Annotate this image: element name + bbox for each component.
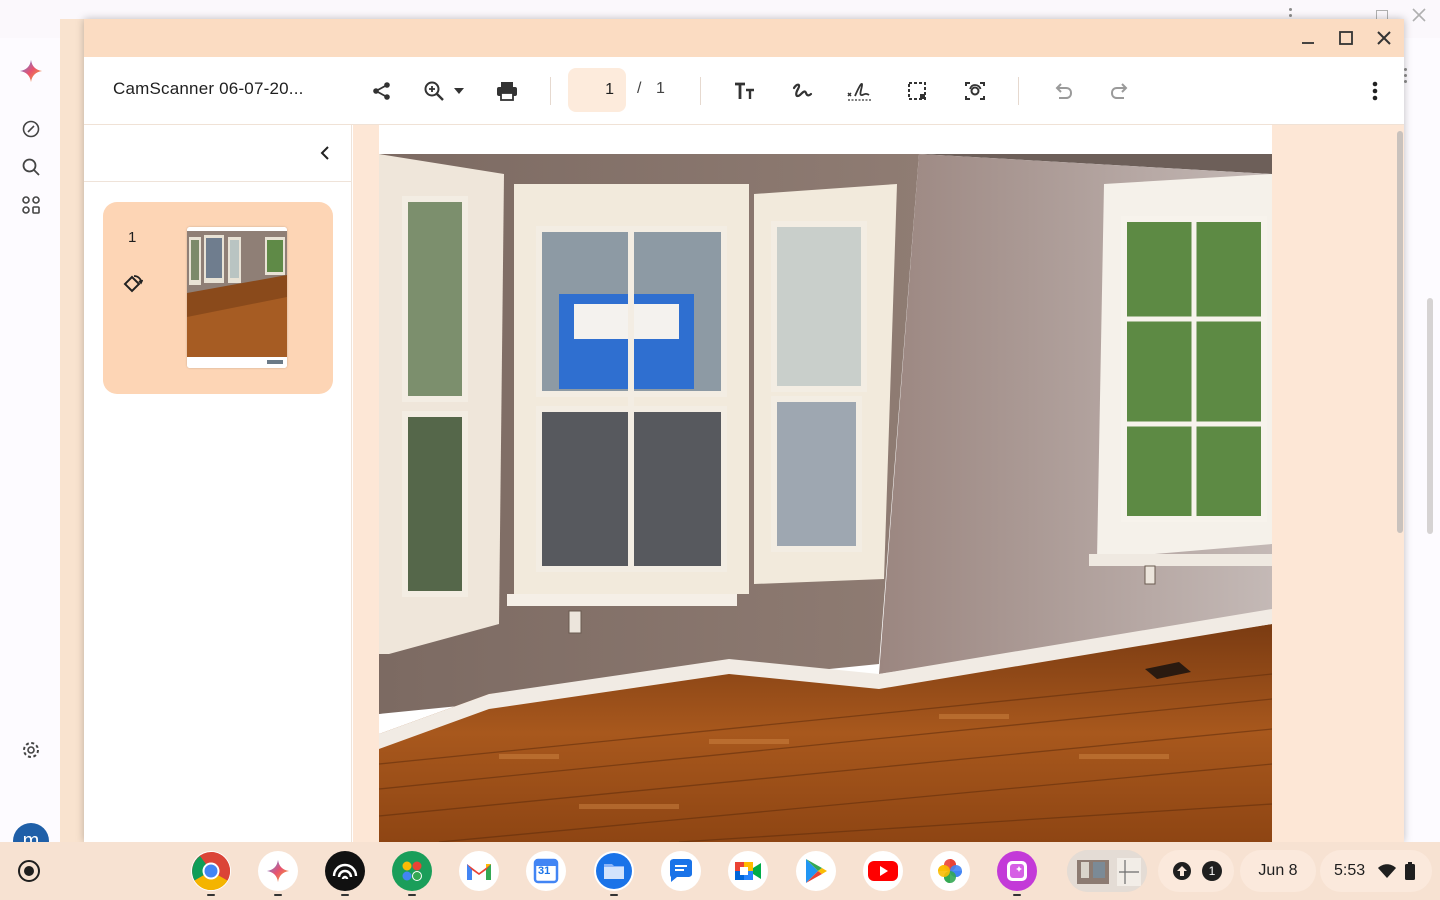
zoom-dropdown-icon[interactable]	[450, 77, 468, 105]
maximize-icon[interactable]	[1334, 26, 1358, 50]
document-viewport[interactable]	[353, 125, 1404, 842]
signature-icon[interactable]	[845, 77, 873, 105]
gemini-running-indicator	[274, 894, 282, 896]
chrome-app-icon[interactable]	[191, 851, 231, 891]
thumbnail-page-number: 1	[128, 229, 137, 246]
holding-space-preview[interactable]	[1067, 850, 1147, 892]
page-thumbnail-image	[187, 227, 287, 368]
thumbnail-pane-header	[84, 125, 352, 182]
text-icon[interactable]	[731, 77, 759, 105]
notification-pill[interactable]: 1	[1158, 850, 1234, 892]
toolbar-divider	[1018, 77, 1019, 105]
new-chat-icon[interactable]	[19, 117, 43, 141]
search-icon[interactable]	[19, 155, 43, 179]
print-icon[interactable]	[493, 77, 521, 105]
share-icon[interactable]	[368, 77, 396, 105]
background-close-icon[interactable]	[1410, 6, 1428, 29]
notification-count: 1	[1202, 861, 1222, 881]
gemini-app-icon[interactable]	[258, 851, 298, 891]
toolbar-divider	[700, 77, 701, 105]
more-options-icon[interactable]	[1361, 77, 1389, 105]
upload-arrow-icon	[1173, 862, 1191, 880]
document-scrollbar[interactable]	[1397, 131, 1403, 533]
date-text: Jun 8	[1258, 862, 1298, 879]
google-app-icon[interactable]	[392, 851, 432, 891]
room-photo-image	[379, 154, 1272, 842]
close-icon[interactable]	[1372, 26, 1396, 50]
page-thumbnail-card[interactable]: 1	[103, 202, 333, 394]
messages-app-icon[interactable]	[661, 851, 701, 891]
collapse-sidebar-chevron-left-icon[interactable]	[314, 142, 336, 164]
settings-gear-icon[interactable]	[19, 738, 43, 762]
date-pill[interactable]: Jun 8	[1240, 850, 1316, 892]
redo-icon[interactable]	[1106, 77, 1134, 105]
meet-app-icon[interactable]	[728, 851, 768, 891]
window-titlebar[interactable]	[84, 19, 1404, 57]
files-running-indicator	[610, 894, 618, 896]
chrome-running-indicator	[207, 894, 215, 896]
calendar-app-icon[interactable]: 31	[526, 851, 566, 891]
audible-app-icon[interactable]	[325, 851, 365, 891]
rotate-page-icon[interactable]	[120, 272, 144, 296]
thumbnail-pane: 1	[84, 125, 352, 842]
screenshot-search-icon[interactable]	[961, 77, 989, 105]
window-edge	[60, 19, 84, 842]
pdf-viewer-window: CamScanner 06-07-20... 1 / 1 1	[84, 19, 1404, 842]
wifi-icon	[1378, 864, 1397, 878]
current-page: 1	[605, 81, 614, 98]
audible-running-indicator	[341, 894, 349, 896]
background-scrollbar[interactable]	[1427, 298, 1433, 534]
calendar-day: 31	[538, 865, 551, 877]
zoom-in-icon[interactable]	[420, 77, 448, 105]
status-tray[interactable]: 5:53	[1320, 850, 1432, 892]
document-title: CamScanner 06-07-20...	[113, 79, 304, 98]
photos-app-icon[interactable]	[930, 851, 970, 891]
viewer-toolbar: CamScanner 06-07-20... 1 / 1	[84, 57, 1404, 125]
select-area-icon[interactable]	[903, 77, 931, 105]
files-app-icon[interactable]	[594, 851, 634, 891]
apps-grid-icon[interactable]	[19, 193, 43, 217]
page-separator: /	[637, 80, 642, 97]
toolbar-divider	[550, 77, 551, 105]
draw-icon[interactable]	[788, 77, 816, 105]
gallery-app-icon[interactable]	[997, 851, 1037, 891]
battery-icon	[1405, 862, 1416, 880]
google-running-indicator	[408, 894, 416, 896]
clock-time: 5:53	[1334, 862, 1366, 879]
total-pages: 1	[656, 80, 665, 97]
page-number-input[interactable]: 1	[568, 68, 626, 112]
gallery-running-indicator	[1013, 894, 1021, 896]
play-store-app-icon[interactable]	[796, 851, 836, 891]
minimize-icon[interactable]	[1296, 26, 1320, 50]
gemini-sparkle-icon[interactable]	[19, 59, 43, 83]
undo-icon[interactable]	[1049, 77, 1077, 105]
pdf-page	[379, 125, 1272, 842]
left-sidebar: m	[0, 38, 60, 859]
shelf: 31 1 Jun 8 5:53	[0, 842, 1440, 900]
gmail-app-icon[interactable]	[459, 851, 499, 891]
youtube-app-icon[interactable]	[863, 851, 903, 891]
launcher-icon[interactable]	[18, 860, 40, 882]
